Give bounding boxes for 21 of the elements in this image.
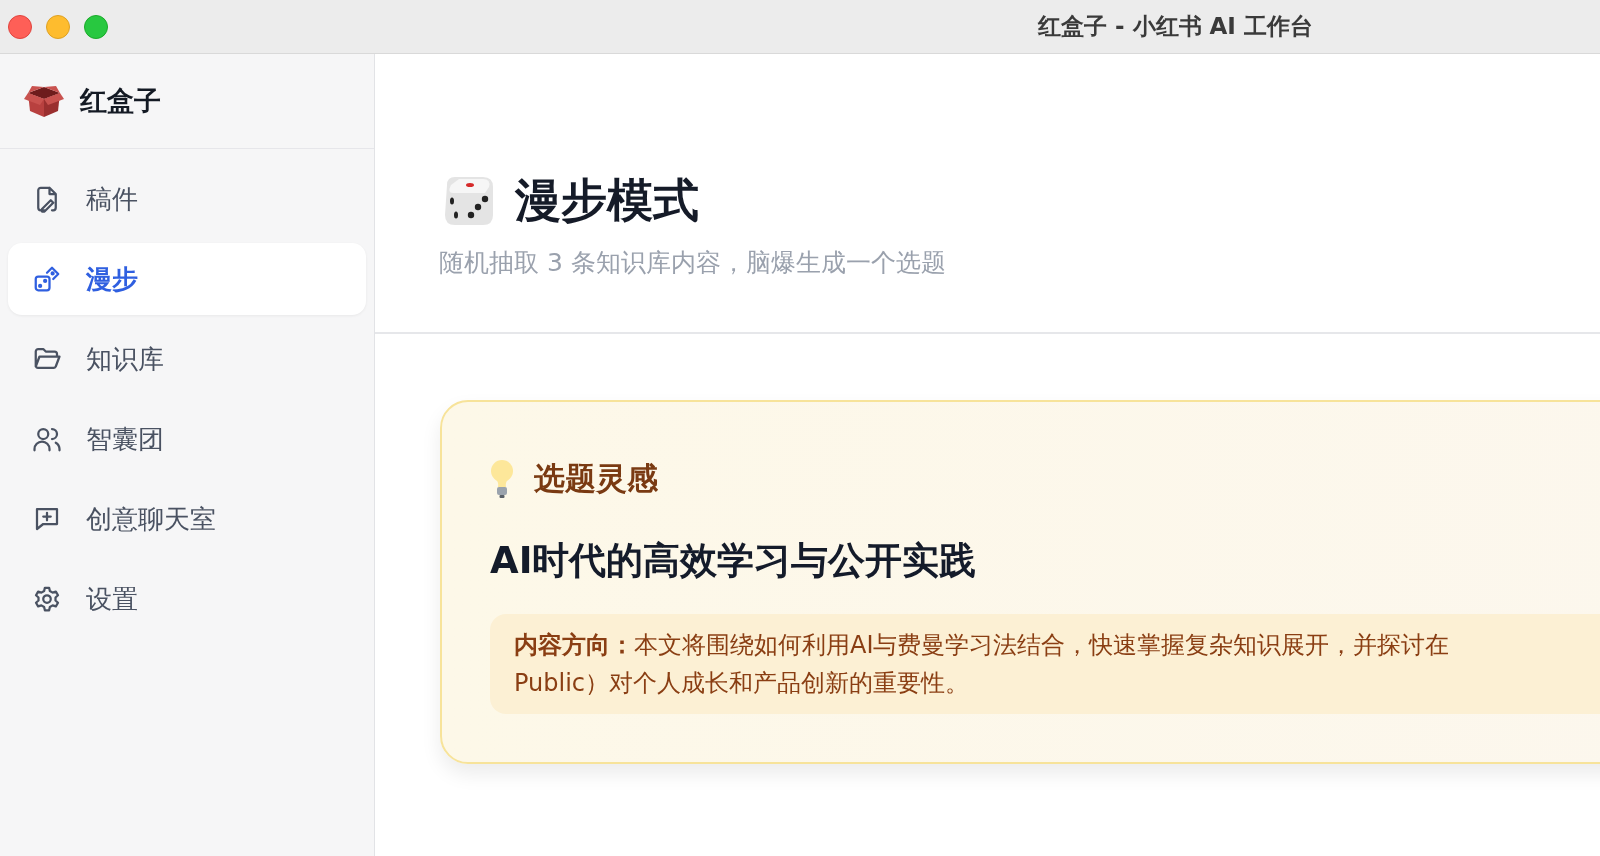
sidebar-item[interactable]: 创意聊天室 xyxy=(8,483,366,555)
direction-text: Public）对个人成长和产品创新的重要性。 xyxy=(514,668,971,699)
sidebar-item[interactable]: 设置 xyxy=(8,563,366,635)
sidebar-item[interactable]: 稿件 xyxy=(8,163,366,235)
zoom-button[interactable] xyxy=(84,14,108,39)
topic-title: AI时代的高效学习与公开实践 xyxy=(490,538,978,584)
window-title: 红盒子 - 小红书 AI 工作台 xyxy=(1038,12,1313,41)
card-heading: 选题灵感 xyxy=(534,459,658,498)
box-icon xyxy=(24,83,64,119)
sidebar-item[interactable]: 智囊团 xyxy=(8,403,366,475)
app-name: 红盒子 xyxy=(80,84,161,118)
dice-icon xyxy=(32,264,62,294)
close-button[interactable] xyxy=(8,14,32,39)
sidebar-item[interactable]: 知识库 xyxy=(8,323,366,395)
direction-text: 内容方向：本文将围绕如何利用AI与费曼学习法结合，快速掌握复杂知识展开，并探讨在 xyxy=(514,630,1451,661)
minimize-button[interactable] xyxy=(46,14,70,39)
page-subtitle: 随机抽取 3 条知识库内容，脑爆生成一个选题 xyxy=(439,247,947,279)
sidebar-item[interactable]: 漫步 xyxy=(8,243,366,315)
settings-icon xyxy=(32,584,62,614)
lightbulb-icon xyxy=(490,459,514,499)
page-title: 漫步模式 xyxy=(515,172,699,229)
